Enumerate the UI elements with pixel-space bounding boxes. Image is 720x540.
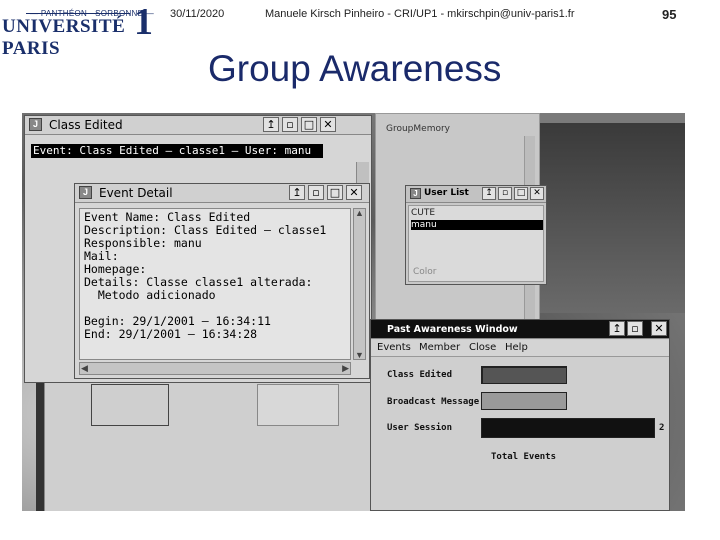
user-listbox[interactable]: CUTE manu Color bbox=[408, 205, 544, 282]
event-detail-window: J Event Detail ↥ ▫ □ ✕ Event Name: Class… bbox=[74, 183, 370, 379]
broadcast-message-label: Broadcast Message bbox=[387, 397, 480, 407]
broadcast-message-bar bbox=[481, 392, 567, 410]
event-detail-text[interactable]: Event Name: Class Edited Description: Cl… bbox=[79, 208, 351, 360]
minimize-button[interactable]: ▫ bbox=[498, 187, 512, 200]
vertical-scrollbar[interactable]: ▲ ▼ bbox=[353, 208, 366, 360]
past-awareness-window: J Past Awareness Window ↥ ▫ □ ✕ Events M… bbox=[370, 319, 670, 511]
scroll-left-icon[interactable]: ◀ bbox=[81, 363, 88, 374]
diagram-canvas bbox=[44, 373, 376, 511]
minimize-button[interactable]: ▫ bbox=[282, 117, 298, 132]
past-awareness-title: Past Awareness Window bbox=[387, 324, 518, 335]
scroll-up-icon[interactable]: ▲ bbox=[355, 208, 364, 218]
java-icon: J bbox=[410, 188, 421, 199]
menu-bar: Events Member Close Help bbox=[371, 340, 669, 357]
minimize-button[interactable]: ▫ bbox=[308, 185, 324, 200]
scroll-down-icon[interactable]: ▼ bbox=[355, 350, 364, 360]
close-button[interactable]: ✕ bbox=[346, 185, 362, 200]
class-edited-label: Class Edited bbox=[387, 370, 453, 380]
slide-date: 30/11/2020 bbox=[170, 8, 225, 20]
maximize-button[interactable]: □ bbox=[301, 117, 317, 132]
user-session-label: User Session bbox=[387, 423, 453, 433]
user-list-titlebar[interactable]: J User List ↥ ▫ □ ✕ bbox=[406, 186, 546, 203]
menu-member[interactable]: Member bbox=[419, 342, 460, 353]
class-edited-title: Class Edited bbox=[49, 118, 123, 132]
maximize-button[interactable]: □ bbox=[327, 185, 343, 200]
user-list-window: J User List ↥ ▫ □ ✕ CUTE manu Color bbox=[405, 185, 547, 285]
user-list-title: User List bbox=[424, 188, 469, 198]
class-edited-bar bbox=[481, 366, 567, 384]
scroll-right-icon[interactable]: ▶ bbox=[342, 363, 349, 374]
total-events-label: Total Events bbox=[491, 452, 557, 462]
past-awareness-titlebar[interactable]: J Past Awareness Window ↥ ▫ □ ✕ bbox=[371, 320, 669, 339]
photo-right-region bbox=[534, 123, 685, 313]
class-edited-titlebar[interactable]: J Class Edited ↥ ▫ □ ✕ bbox=[25, 116, 371, 135]
list-item[interactable]: CUTE bbox=[411, 208, 435, 218]
horizontal-scrollbar[interactable]: ◀ ▶ bbox=[79, 362, 351, 375]
university-logo: — PANTHÉON · SORBONNE — UNIVERSITÉ PARIS… bbox=[0, 0, 156, 59]
close-button[interactable]: ✕ bbox=[651, 321, 667, 336]
diagram-box[interactable] bbox=[257, 384, 339, 426]
menu-help[interactable]: Help bbox=[505, 342, 528, 353]
logo-number: 1 bbox=[134, 1, 153, 43]
maximize-button[interactable]: □ bbox=[514, 187, 528, 200]
page-number: 95 bbox=[662, 7, 677, 22]
event-detail-titlebar[interactable]: J Event Detail ↥ ▫ □ ✕ bbox=[75, 184, 369, 203]
pin-button[interactable]: ↥ bbox=[609, 321, 625, 336]
user-session-count: 2 bbox=[659, 423, 665, 433]
event-list-item-selected[interactable]: Event: Class Edited – classe1 – User: ma… bbox=[31, 144, 323, 158]
slide-author: Manuele Kirsch Pinheiro - CRI/UP1 - mkir… bbox=[265, 8, 575, 20]
pin-button[interactable]: ↥ bbox=[263, 117, 279, 132]
close-button[interactable]: ✕ bbox=[530, 187, 544, 200]
group-memory-title: GroupMemory bbox=[386, 124, 451, 134]
minimize-button[interactable]: ▫ bbox=[627, 321, 643, 336]
java-icon: J bbox=[29, 118, 42, 131]
close-button[interactable]: ✕ bbox=[320, 117, 336, 132]
screenshot-area: GroupMemory J Class Edited ↥ ▫ □ ✕ Event… bbox=[22, 113, 685, 511]
diagram-box[interactable] bbox=[91, 384, 169, 426]
page-title: Group Awareness bbox=[208, 48, 502, 89]
logo-name: UNIVERSITÉ PARIS bbox=[2, 16, 126, 59]
list-item-selected[interactable]: manu bbox=[411, 220, 543, 230]
user-session-bar bbox=[481, 418, 655, 438]
pin-button[interactable]: ↥ bbox=[289, 185, 305, 200]
menu-events[interactable]: Events bbox=[377, 342, 411, 353]
java-icon: J bbox=[79, 186, 92, 199]
menu-close[interactable]: Close bbox=[469, 342, 496, 353]
pin-button[interactable]: ↥ bbox=[482, 187, 496, 200]
event-detail-title: Event Detail bbox=[99, 186, 173, 200]
color-label: Color bbox=[413, 267, 437, 277]
